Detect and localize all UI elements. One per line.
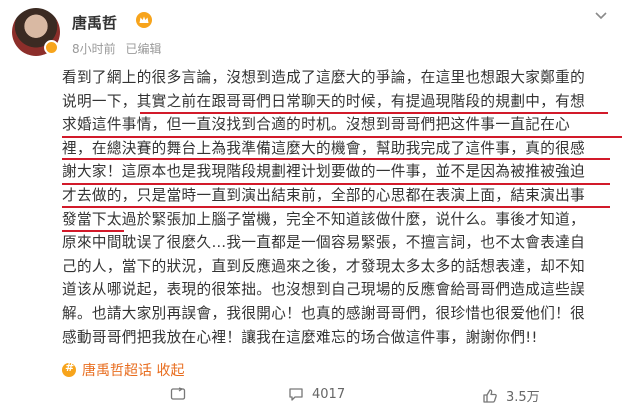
post-meta: 8小时前 已编辑 xyxy=(72,40,167,57)
post-line: 謝大家！這原本也是我現階段規劃裡计划要做的一件事，並不是因為被推被強迫 xyxy=(62,163,586,181)
like-button[interactable]: 3.5万 xyxy=(482,386,540,405)
like-count: 3.5万 xyxy=(506,390,540,405)
highlight-underline xyxy=(62,183,610,185)
verified-badge-icon xyxy=(44,40,59,55)
crown-icon xyxy=(136,12,152,28)
collapse-link[interactable]: 收起 xyxy=(156,363,184,379)
post-line: 裡，在總決賽的舞台上為我準備這麼大的機會，幫助我完成了這件事，真的很感 xyxy=(62,139,586,157)
chevron-down-icon[interactable] xyxy=(592,6,610,24)
comment-button[interactable]: 4017 xyxy=(288,386,345,402)
post-line: 己的人，當下的狀況，直到反應過來之後，才發現太多太多的話想表達，却不知 xyxy=(62,257,586,275)
highlight-underline xyxy=(140,112,608,114)
action-bar: 4017 3.5万 xyxy=(0,380,625,411)
thumbs-up-icon xyxy=(483,388,497,403)
highlight-underline xyxy=(62,230,124,232)
post-line: 说明一下，其實之前在跟哥哥們日常聊天的时候，有提過現階段的規劃中，有想 xyxy=(62,92,586,110)
repost-button[interactable] xyxy=(170,386,194,402)
post-time[interactable]: 8小时前 xyxy=(72,42,116,56)
comment-icon xyxy=(289,388,303,401)
username[interactable]: 唐禹哲 xyxy=(72,12,117,33)
post-line: 看到了網上的很多言論，沒想到造成了這麼大的爭論，在這里也想跟大家鄭重的 xyxy=(62,69,586,86)
topic-row: 唐禹哲超话 收起 xyxy=(62,360,184,380)
supertopic-icon xyxy=(62,361,76,377)
comment-count: 4017 xyxy=(312,386,346,402)
post-line: 發當下太過於緊張加上腦子當機，完全不知道該做什麼，说什么。事後才知道， xyxy=(62,210,586,228)
post-line: 原來中間耽误了很麼久…我一直都是一個容易緊張，不擅言詞，也不太會表達自 xyxy=(62,234,586,252)
edited-label: 已编辑 xyxy=(125,42,162,56)
post-line: 求婚這件事情，但一直沒找到合適的时机。沒想到哥哥們把这件事一直記在心 xyxy=(62,116,571,134)
topic-link[interactable]: 唐禹哲超话 xyxy=(82,363,152,379)
highlight-underline xyxy=(62,136,622,138)
highlight-underline xyxy=(62,206,610,208)
repost-icon xyxy=(170,387,186,400)
post-line: 道该从哪说起，表現的很笨拙。也沒想到自己現場的反應會給哥哥們造成這些誤 xyxy=(62,281,586,299)
highlight-underline xyxy=(62,158,610,160)
post-line: 解。也請大家別再誤會，我很開心！也真的感謝哥哥們，很珍惜也很爱他们！很 xyxy=(62,304,586,322)
post-line: 感動哥哥們把我放在心裡！讓我在這麼难忘的场合做這件事，謝謝你們!! xyxy=(62,328,538,346)
post-line: 才去做的，只是當時一直到演出結束前，全部的心思都在表演上面，結束演出事 xyxy=(62,186,586,204)
